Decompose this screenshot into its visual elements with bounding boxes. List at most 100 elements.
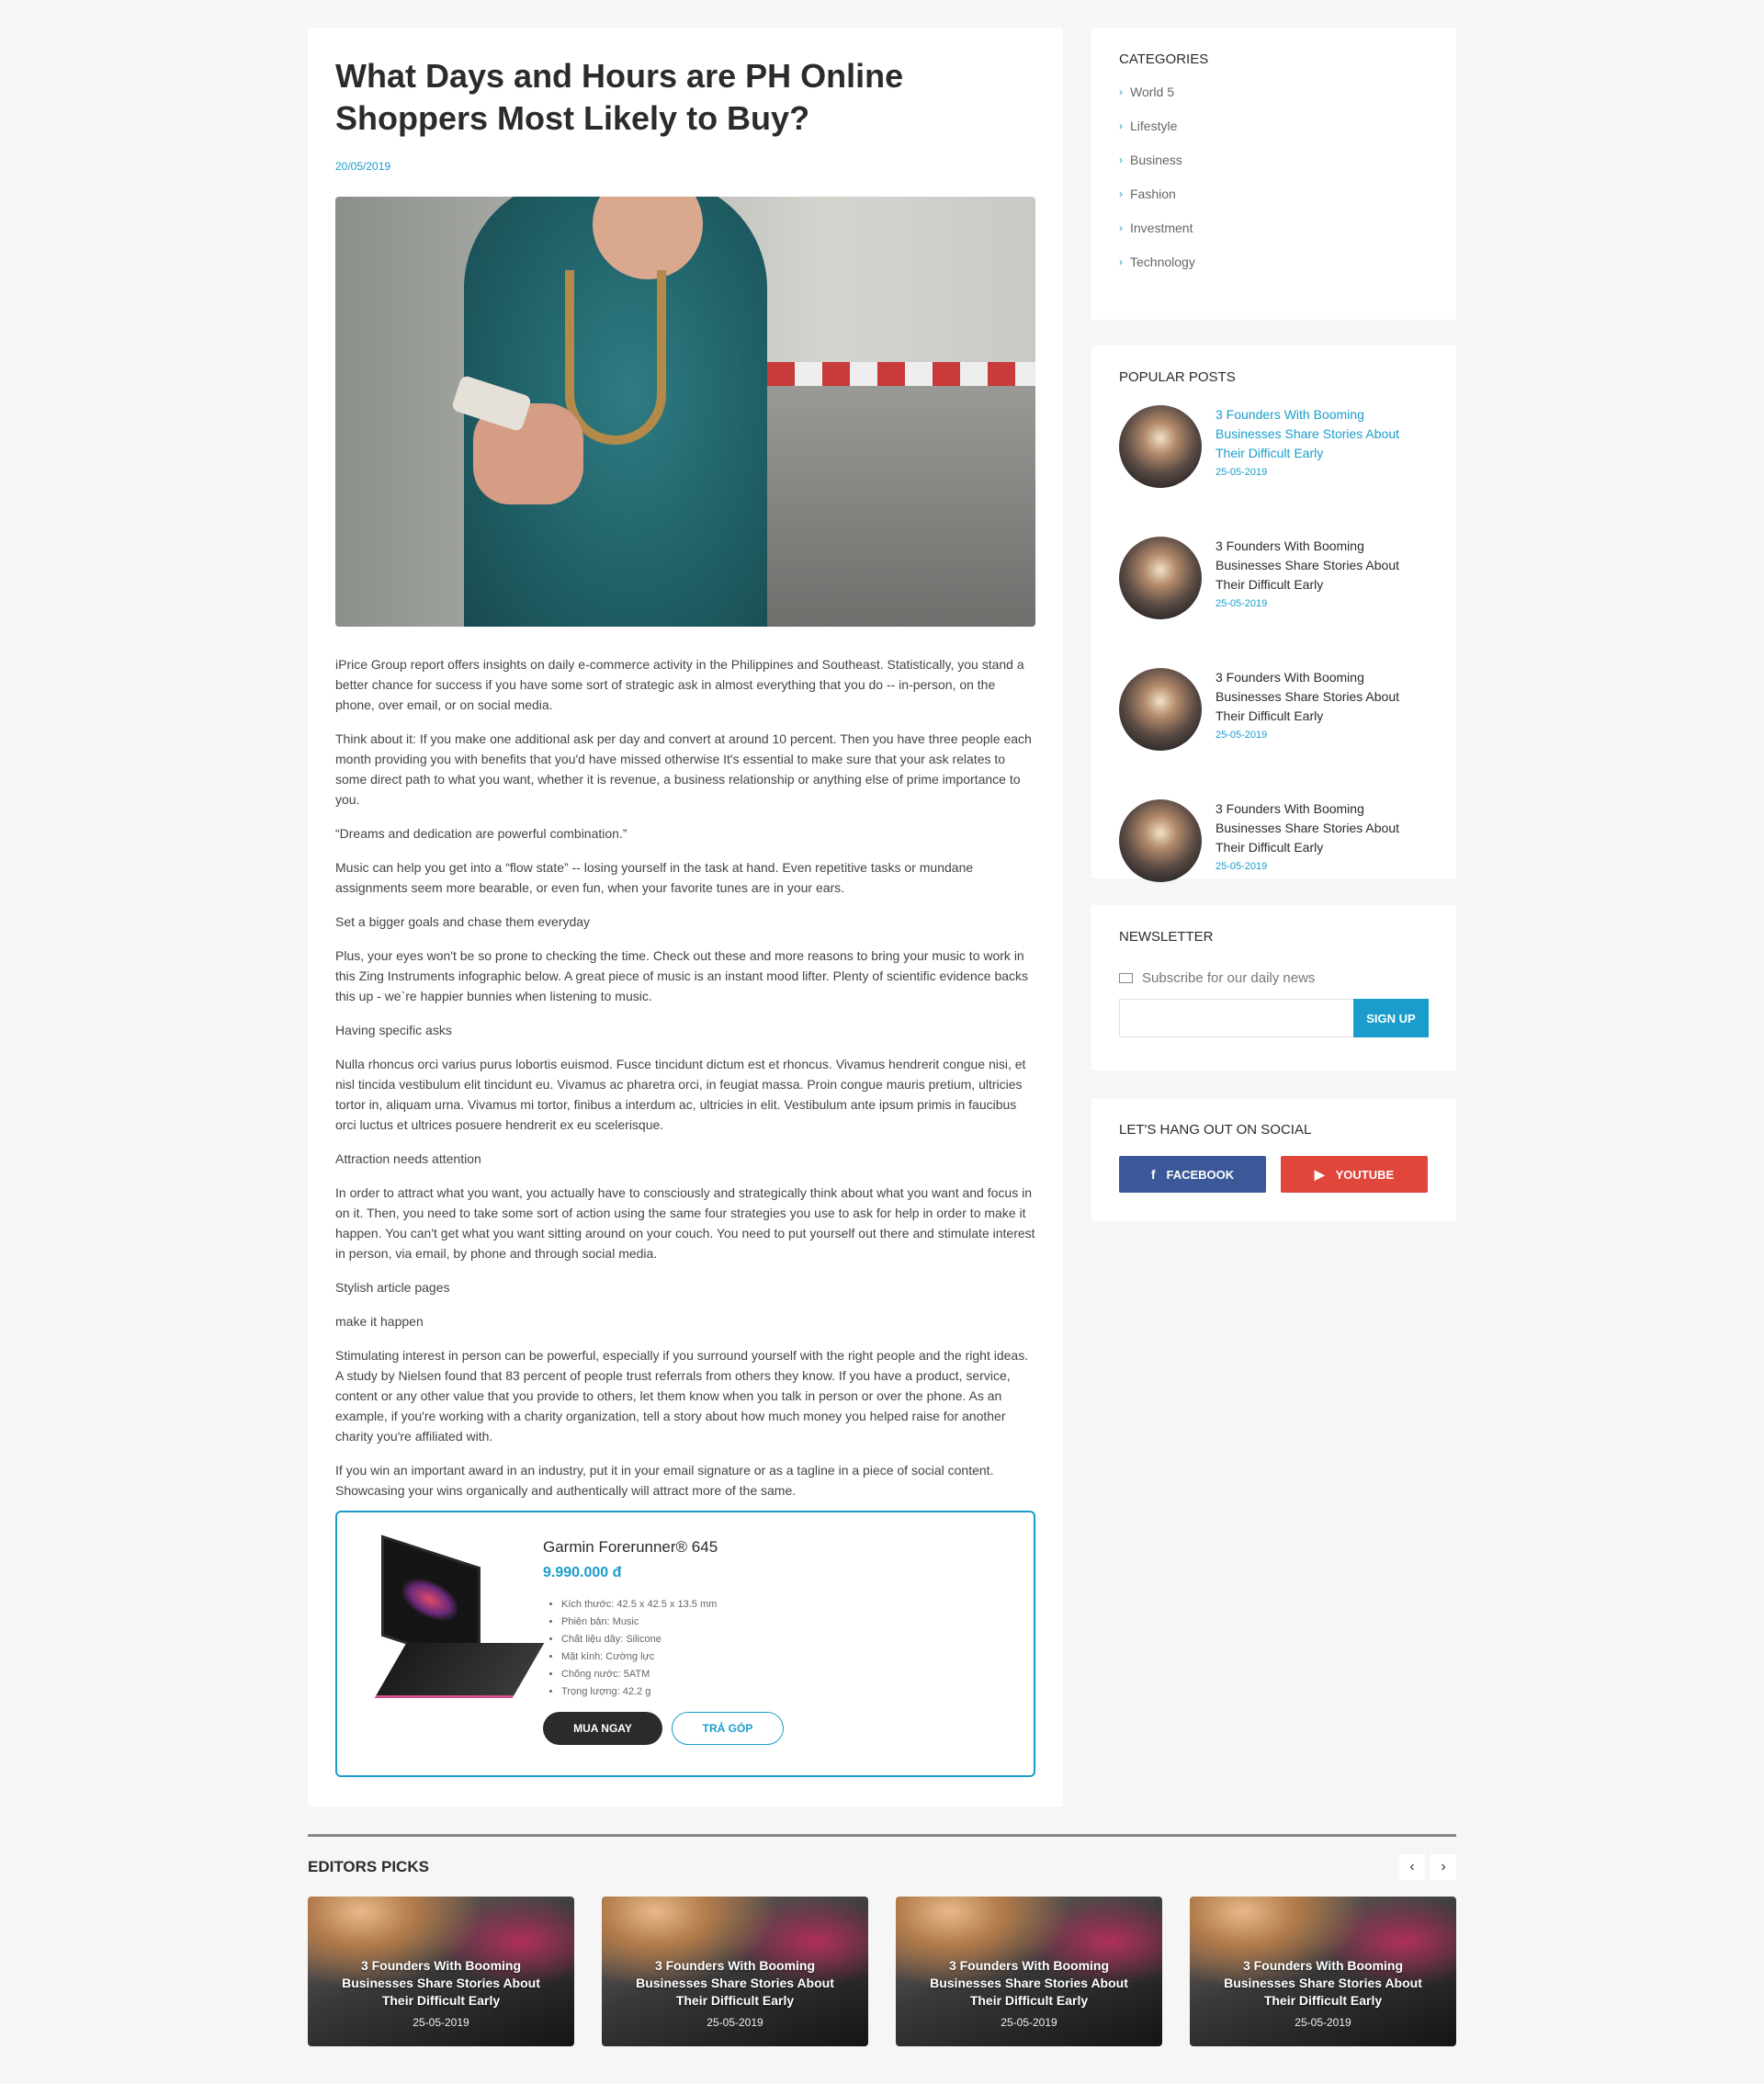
product-info: Garmin Forerunner® 645 9.990.000 đ Kích …: [543, 1538, 784, 1745]
hero-background-road: [767, 380, 1035, 627]
editors-picks-header: EDITORS PICKS ‹ ›: [308, 1854, 1456, 1880]
newsletter-widget: NEWSLETTER Subscribe for our daily news …: [1091, 905, 1456, 1070]
editors-picks-cards: 3 Founders With Booming Businesses Share…: [308, 1897, 1456, 2046]
social-title: LET'S HANG OUT ON SOCIAL: [1119, 1122, 1312, 1138]
youtube-label: YOUTUBE: [1335, 1167, 1395, 1182]
product-spec: Chống nước: 5ATM: [561, 1666, 784, 1683]
buy-now-button[interactable]: MUA NGAY: [543, 1712, 662, 1745]
category-item[interactable]: › Business: [1119, 153, 1429, 187]
popular-posts-list: 3 Founders With Booming Businesses Share…: [1119, 405, 1429, 911]
product-spec: Kích thước: 42.5 x 42.5 x 13.5 mm: [561, 1596, 784, 1614]
editors-pick-card[interactable]: 3 Founders With Booming Businesses Share…: [602, 1897, 868, 2046]
article-paragraph: Nulla rhoncus orci varius purus lobortis…: [335, 1057, 1026, 1132]
category-item[interactable]: › Technology: [1119, 255, 1429, 289]
hero-background-barrier: [767, 362, 1035, 386]
facebook-icon: f: [1150, 1167, 1156, 1182]
article-subheading: Set a bigger goals and chase them everyd…: [335, 914, 591, 929]
article-paragraph: In order to attract what you want, you a…: [335, 1185, 1035, 1261]
product-laptop-image: [372, 1535, 545, 1698]
popular-post[interactable]: 3 Founders With Booming Businesses Share…: [1119, 537, 1429, 648]
category-item[interactable]: › Fashion: [1119, 187, 1429, 221]
sign-up-button[interactable]: SIGN UP: [1353, 999, 1429, 1037]
facebook-button[interactable]: f FACEBOOK: [1119, 1156, 1266, 1193]
popular-post-date: 25-05-2019: [1216, 598, 1268, 609]
category-label: Investment: [1130, 221, 1193, 235]
product-spec: Trọng lượng: 42.2 g: [561, 1683, 784, 1701]
carousel-prev-button[interactable]: ‹: [1399, 1854, 1425, 1880]
article-title: What Days and Hours are PH Online Shoppe…: [335, 57, 904, 137]
article-subheading: Stylish article pages: [335, 1280, 450, 1295]
category-item[interactable]: › World 5: [1119, 85, 1429, 119]
popular-post-date: 25-05-2019: [1216, 861, 1268, 872]
editors-pick-title[interactable]: 3 Founders With Booming Businesses Share…: [326, 1957, 556, 2010]
popular-post-title[interactable]: 3 Founders With Booming Businesses Share…: [1216, 668, 1427, 726]
newsletter-title: NEWSLETTER: [1119, 929, 1214, 945]
editors-picks-section: EDITORS PICKS ‹ › 3 Founders With Boomin…: [308, 1834, 1456, 2046]
facebook-label: FACEBOOK: [1166, 1167, 1235, 1182]
article-body: iPrice Group report offers insights on d…: [335, 654, 1035, 1501]
article-quote: “Dreams and dedication are powerful comb…: [335, 826, 628, 841]
installment-button[interactable]: TRẢ GÓP: [672, 1712, 784, 1745]
popular-post-thumbnail[interactable]: [1119, 668, 1202, 751]
section-divider: [308, 1834, 1456, 1837]
newsletter-subtitle: Subscribe for our daily news: [1119, 970, 1429, 986]
category-item[interactable]: › Investment: [1119, 221, 1429, 255]
youtube-button[interactable]: ▶ YOUTUBE: [1281, 1156, 1428, 1193]
category-label: Technology: [1130, 255, 1195, 269]
editors-picks-title: EDITORS PICKS: [308, 1858, 429, 1875]
editors-pick-date: 25-05-2019: [1295, 2016, 1351, 2029]
editors-pick-date: 25-05-2019: [1001, 2016, 1057, 2029]
article-subheading: Attraction needs attention: [335, 1151, 481, 1166]
popular-posts-title: POPULAR POSTS: [1119, 369, 1236, 385]
chevron-right-icon: ›: [1119, 119, 1123, 132]
categories-list: › World 5 › Lifestyle › Business › Fashion ›…: [1119, 85, 1429, 289]
popular-post[interactable]: 3 Founders With Booming Businesses Share…: [1119, 799, 1429, 911]
popular-post-thumbnail[interactable]: [1119, 799, 1202, 882]
product-spec: Phiên bản: Music: [561, 1614, 784, 1631]
popular-post-title[interactable]: 3 Founders With Booming Businesses Share…: [1216, 799, 1427, 857]
popular-post-title[interactable]: 3 Founders With Booming Businesses Share…: [1216, 405, 1427, 463]
article-paragraph: Plus, your eyes won't be so prone to che…: [335, 948, 1029, 1003]
article-date: 20/05/2019: [335, 160, 391, 173]
categories-widget: CATEGORIES › World 5 › Lifestyle › Business…: [1091, 28, 1456, 320]
editors-pick-card[interactable]: 3 Founders With Booming Businesses Share…: [308, 1897, 574, 2046]
popular-post-thumbnail[interactable]: [1119, 405, 1202, 488]
newsletter-email-input[interactable]: [1119, 999, 1353, 1037]
envelope-icon: [1119, 973, 1133, 983]
editors-pick-date: 25-05-2019: [413, 2016, 469, 2029]
chevron-right-icon: ›: [1119, 153, 1123, 166]
editors-pick-card[interactable]: 3 Founders With Booming Businesses Share…: [896, 1897, 1162, 2046]
category-label: Lifestyle: [1130, 119, 1178, 133]
hero-necklace: [565, 270, 666, 445]
newsletter-subtitle-text: Subscribe for our daily news: [1142, 970, 1316, 986]
product-actions: MUA NGAY TRẢ GÓP: [543, 1712, 784, 1745]
carousel-next-button[interactable]: ›: [1430, 1854, 1456, 1880]
category-label: Business: [1130, 153, 1182, 167]
popular-post-date: 25-05-2019: [1216, 730, 1268, 741]
chevron-right-icon: ›: [1119, 221, 1123, 234]
product-spec: Mặt kính: Cường lực: [561, 1648, 784, 1666]
chevron-right-icon: ›: [1119, 187, 1123, 200]
category-label: Fashion: [1130, 187, 1176, 201]
social-widget: LET'S HANG OUT ON SOCIAL f FACEBOOK ▶ YO…: [1091, 1098, 1456, 1221]
category-item[interactable]: › Lifestyle: [1119, 119, 1429, 153]
popular-post[interactable]: 3 Founders With Booming Businesses Share…: [1119, 668, 1429, 779]
editors-pick-card[interactable]: 3 Founders With Booming Businesses Share…: [1190, 1897, 1456, 2046]
popular-post-title[interactable]: 3 Founders With Booming Businesses Share…: [1216, 537, 1427, 595]
popular-post[interactable]: 3 Founders With Booming Businesses Share…: [1119, 405, 1429, 516]
editors-pick-title[interactable]: 3 Founders With Booming Businesses Share…: [620, 1957, 850, 2010]
editors-pick-title[interactable]: 3 Founders With Booming Businesses Share…: [1208, 1957, 1438, 2010]
youtube-icon: ▶: [1314, 1166, 1325, 1182]
carousel-nav: ‹ ›: [1399, 1854, 1456, 1880]
article-subheading: make it happen: [335, 1314, 424, 1329]
article-paragraph: Think about it: If you make one addition…: [335, 731, 1032, 807]
editors-pick-title[interactable]: 3 Founders With Booming Businesses Share…: [914, 1957, 1144, 2010]
categories-title: CATEGORIES: [1119, 51, 1209, 67]
article-subheading: Having specific asks: [335, 1023, 452, 1037]
popular-post-thumbnail[interactable]: [1119, 537, 1202, 619]
product-box: Garmin Forerunner® 645 9.990.000 đ Kích …: [335, 1511, 1035, 1777]
article-hero-image: [335, 197, 1035, 627]
product-name[interactable]: Garmin Forerunner® 645: [543, 1538, 784, 1557]
chevron-right-icon: ›: [1119, 255, 1123, 268]
chevron-right-icon: ›: [1119, 85, 1123, 98]
